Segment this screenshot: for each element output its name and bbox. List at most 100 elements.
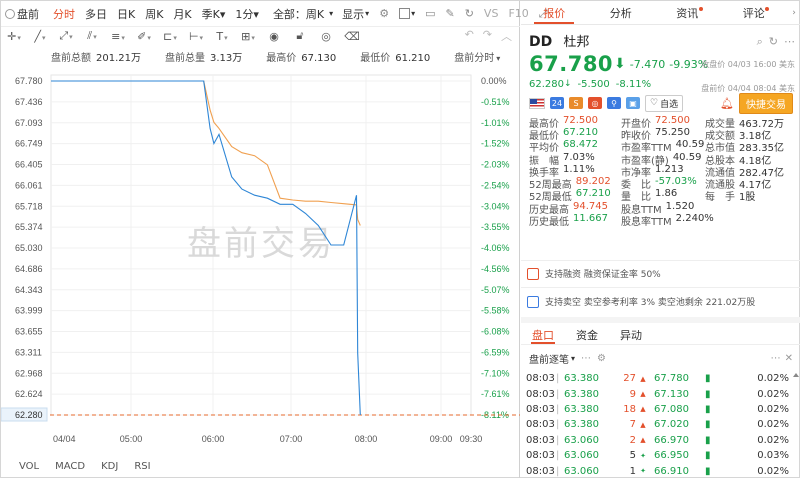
heart-icon: ♡ [650, 98, 659, 108]
level-pct: 0.02% [757, 419, 789, 431]
indicator-kdj[interactable]: KDJ [101, 461, 118, 472]
tab-analysis[interactable]: 分析 [588, 1, 655, 24]
delete-icon[interactable]: ⌫ [339, 30, 365, 43]
tab-multiday[interactable]: 多日 [80, 6, 112, 22]
pct-tick-label: -1.52% [481, 139, 510, 149]
unread-dot [698, 7, 703, 11]
search-icon[interactable]: ⌕ [757, 35, 763, 49]
tab-weekly-k[interactable]: 周K [140, 6, 168, 22]
line-tool-icon[interactable]: ╱▾ [27, 30, 53, 43]
tick-time: 08:03 [526, 434, 555, 446]
tab-daily-k[interactable]: 日K [112, 6, 140, 22]
tab-quote[interactable]: 报价 [521, 1, 588, 24]
level-pct: 0.02% [757, 465, 789, 477]
redo-icon[interactable]: ↷ [483, 28, 492, 44]
period-select[interactable]: 全部：周K [268, 6, 329, 22]
measure-tool-icon[interactable]: ⊢▾ [183, 30, 209, 43]
level-price: 67.080 [654, 403, 689, 415]
metric-value: 2.240% [675, 213, 714, 225]
tab-movers[interactable]: 异动 [609, 325, 653, 344]
minute-select[interactable]: 1分▾ [230, 6, 264, 22]
undo-icon[interactable]: ↶ [465, 28, 474, 44]
badge-info-icon[interactable]: ▣ [626, 97, 640, 109]
collapse-icon[interactable]: ︿ [501, 28, 512, 44]
indicator-vol[interactable]: VOL [19, 461, 39, 472]
filter-icon[interactable]: ⋯ [581, 353, 591, 364]
vs-button[interactable]: VS [479, 7, 504, 20]
intraday-chart-svg: 67.780 0.00% 67.436 -0.51% 67.093 -1.01% 66.74… [1, 74, 520, 444]
refresh-icon[interactable]: ↻ [769, 35, 778, 49]
shape-tool-icon[interactable]: ⊏▾ [157, 30, 183, 43]
tab-orderbook[interactable]: 盘口 [521, 325, 565, 344]
x-tick-label: 09:30 [460, 434, 483, 444]
mode-select[interactable]: 盘前分时 ▾ [454, 49, 500, 64]
edit-icon[interactable]: ✎ [440, 7, 459, 20]
chevron-down-icon[interactable]: ▾ [571, 354, 575, 363]
eye-icon[interactable]: ◉ [261, 30, 287, 43]
pct-tick-label: -4.56% [481, 264, 510, 274]
ray-tool-icon[interactable]: ⤢▾ [53, 29, 79, 43]
tab-monthly-k[interactable]: 月K [168, 6, 196, 22]
tick-qty: 18 [623, 403, 636, 415]
badge-options-icon[interactable]: ◎ [588, 97, 602, 109]
close-icon[interactable]: ✕ [785, 353, 793, 364]
premarket-stats: 盘前总额 201.21万 盘前总量 3.13万 最高价 67.130 最低价 61.21… [1, 47, 520, 65]
text-tool-icon[interactable]: T▾ [209, 30, 235, 43]
chevron-down-icon: ▾ [496, 53, 501, 63]
indicator-macd[interactable]: MACD [55, 461, 85, 472]
low-price: 最低价 61.210 [360, 52, 431, 64]
chevron-right-icon[interactable]: › [787, 1, 800, 24]
price-chart[interactable]: 67.780 0.00% 67.436 -0.51% 67.093 -1.01% 66.74… [1, 65, 520, 455]
more-icon[interactable]: ⋯ [784, 35, 795, 49]
tab-comments[interactable]: 评论 [721, 1, 788, 24]
pct-tick-label: 0.00% [481, 76, 507, 86]
scrollbar[interactable] [793, 371, 799, 478]
badge-row: 24 S ◎ ⚲ ▣ ♡ 自选 🔔︎ 快捷交易 [521, 92, 800, 114]
tab-intraday[interactable]: 分时 [48, 6, 80, 22]
fib-tool-icon[interactable]: ≡▾ [105, 30, 131, 43]
pct-tick-label: -6.59% [481, 347, 510, 357]
tab-capital[interactable]: 资金 [565, 325, 609, 344]
more-icon[interactable]: ⋯ [771, 353, 781, 364]
y-tick-label: 62.968 [15, 368, 43, 378]
checkbox-icon[interactable]: ▾ [394, 8, 420, 19]
watchlist-button[interactable]: ♡ 自选 [645, 94, 684, 112]
settings-icon[interactable]: ⚙ [597, 353, 606, 364]
image-icon[interactable]: ▭ [420, 7, 440, 20]
pct-tick-label: -1.01% [481, 118, 510, 128]
y-tick-label: 66.749 [15, 139, 43, 149]
crosshair-icon[interactable]: ✛▾ [1, 30, 27, 43]
badge-link-icon[interactable]: ⚲ [607, 97, 621, 109]
tick-time: 08:03 [526, 450, 555, 462]
ticks-list: 08:03 | 63.380 27 ▲ 67.780 ▮ 0.02% 08:03 | 63.380 9… [521, 371, 800, 478]
refresh-icon[interactable]: ↻ [460, 7, 479, 20]
tick-time: 08:03 [526, 419, 555, 431]
badge-24[interactable]: 24 [550, 97, 564, 109]
tick-row: 08:03 | 63.380 27 ▲ 67.780 ▮ 0.02% [521, 371, 800, 386]
premarket-change: -5.500 [577, 78, 610, 90]
settings-icon[interactable]: ⚙ [374, 7, 394, 20]
chevron-down-icon[interactable]: ▾ [329, 9, 333, 18]
short-note: 支持卖空 卖空参考利率 3% 卖空池剩余 221.02万股 [527, 295, 797, 308]
tab-news[interactable]: 资讯 [654, 1, 721, 24]
tick-qty: 7 [629, 419, 636, 431]
display-select[interactable]: 显示 ▾ [337, 6, 374, 22]
indicator-rsi[interactable]: RSI [134, 461, 150, 472]
x-tick-label: 05:00 [120, 434, 143, 444]
badge-s-icon[interactable]: S [569, 97, 583, 109]
level-pct: 0.03% [757, 450, 789, 462]
arrow-down-icon: ⬇ [614, 56, 626, 72]
lock-icon[interactable]: 🔓︎ [287, 29, 313, 43]
tab-premarket[interactable]: 盘前 [1, 6, 44, 22]
premarket-amount: 盘前总额 201.21万 [51, 52, 141, 64]
alert-bell-icon[interactable]: 🔔︎ [720, 96, 734, 110]
ruler-tool-icon[interactable]: ⊞▾ [235, 30, 261, 43]
metric-cell: 股息率TTM 2.240% [621, 213, 714, 228]
pen-tool-icon[interactable]: ✐▾ [131, 30, 157, 43]
channel-tool-icon[interactable]: ⫽▾ [79, 29, 105, 43]
x-tick-label: 04/04 [53, 434, 76, 444]
visible-icon[interactable]: ◎ [313, 30, 339, 43]
tab-quarterly-k[interactable]: 季K▾ [197, 6, 231, 22]
margin-note: 支持融资 融资保证金率 50% [527, 267, 797, 280]
quick-trade-button[interactable]: 快捷交易 [739, 92, 793, 114]
